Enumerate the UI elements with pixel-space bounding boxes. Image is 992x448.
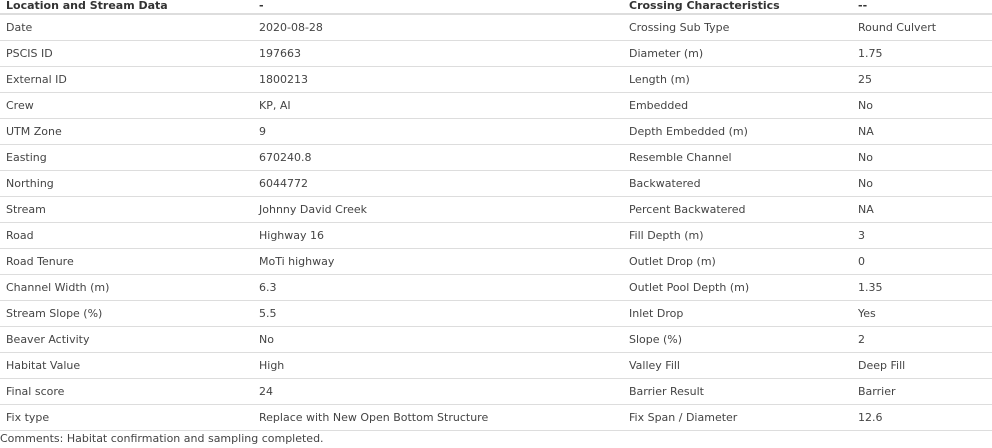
crossing-field-label: Fill Depth (m) xyxy=(623,222,852,249)
location-field-value: 6044772 xyxy=(253,170,623,197)
table-row: Road Highway 16 Fill Depth (m) 3 xyxy=(0,222,992,249)
location-field-label: Beaver Activity xyxy=(0,326,253,353)
crossing-field-label: Barrier Result xyxy=(623,378,852,405)
site-data-table: Location and Stream Data - Crossing Char… xyxy=(0,0,992,431)
site-data-page: Location and Stream Data - Crossing Char… xyxy=(0,0,992,448)
table-row: Date 2020-08-28 Crossing Sub Type Round Cul… xyxy=(0,14,992,41)
location-field-value: Replace with New Open Bottom Structure xyxy=(253,404,623,431)
location-field-value: 5.5 xyxy=(253,300,623,327)
crossing-field-label: Resemble Channel xyxy=(623,144,852,171)
crossing-field-label: Outlet Drop (m) xyxy=(623,248,852,275)
table-row: Beaver Activity No Slope (%) 2 xyxy=(0,326,992,353)
location-field-label: Channel Width (m) xyxy=(0,274,253,301)
location-field-value: No xyxy=(253,326,623,353)
table-row: Stream Slope (%) 5.5 Inlet Drop Yes xyxy=(0,300,992,327)
location-field-label: Fix type xyxy=(0,404,253,431)
crossing-field-label: Depth Embedded (m) xyxy=(623,118,852,145)
location-field-value: 1800213 xyxy=(253,66,623,93)
location-field-label: UTM Zone xyxy=(0,118,253,145)
location-field-value: 9 xyxy=(253,118,623,145)
crossing-field-value: Round Culvert xyxy=(852,14,992,41)
crossing-field-value: 3 xyxy=(852,222,992,249)
crossing-field-value: 25 xyxy=(852,66,992,93)
crossing-field-value: 12.6 xyxy=(852,404,992,431)
location-field-value: 2020-08-28 xyxy=(253,14,623,41)
location-field-label: Easting xyxy=(0,144,253,171)
location-field-value: MoTi highway xyxy=(253,248,623,275)
table-row: Final score 24 Barrier Result Barrier xyxy=(0,378,992,405)
table-row: Northing 6044772 Backwatered No xyxy=(0,170,992,197)
table-row: Channel Width (m) 6.3 Outlet Pool Depth (m… xyxy=(0,274,992,301)
header-crossing-values: -- xyxy=(852,0,992,15)
location-field-value: 670240.8 xyxy=(253,144,623,171)
crossing-field-label: Crossing Sub Type xyxy=(623,14,852,41)
location-field-label: Road Tenure xyxy=(0,248,253,275)
crossing-field-label: Slope (%) xyxy=(623,326,852,353)
header-crossing-characteristics: Crossing Characteristics xyxy=(623,0,852,15)
crossing-field-value: 1.35 xyxy=(852,274,992,301)
table-row: PSCIS ID 197663 Diameter (m) 1.75 xyxy=(0,40,992,67)
table-header-row: Location and Stream Data - Crossing Char… xyxy=(0,0,992,15)
crossing-field-label: Fix Span / Diameter xyxy=(623,404,852,431)
crossing-field-label: Diameter (m) xyxy=(623,40,852,67)
crossing-field-label: Outlet Pool Depth (m) xyxy=(623,274,852,301)
location-field-label: Final score xyxy=(0,378,253,405)
table-row: External ID 1800213 Length (m) 25 xyxy=(0,66,992,93)
location-field-label: Stream Slope (%) xyxy=(0,300,253,327)
table-body: Date 2020-08-28 Crossing Sub Type Round Cul… xyxy=(0,14,992,431)
crossing-field-value: No xyxy=(852,144,992,171)
crossing-field-label: Percent Backwatered xyxy=(623,196,852,223)
location-field-value: 24 xyxy=(253,378,623,405)
location-field-label: Habitat Value xyxy=(0,352,253,379)
comments-text: Comments: Habitat confirmation and sampl… xyxy=(0,432,324,445)
header-location-values: - xyxy=(253,0,623,15)
crossing-field-label: Valley Fill xyxy=(623,352,852,379)
crossing-field-value: 1.75 xyxy=(852,40,992,67)
location-field-value: KP, AI xyxy=(253,92,623,119)
location-field-value: Johnny David Creek xyxy=(253,196,623,223)
location-field-label: Crew xyxy=(0,92,253,119)
crossing-field-label: Length (m) xyxy=(623,66,852,93)
table-row: Stream Johnny David Creek Percent Backwate… xyxy=(0,196,992,223)
location-field-label: Northing xyxy=(0,170,253,197)
crossing-field-value: Deep Fill xyxy=(852,352,992,379)
location-field-label: Date xyxy=(0,14,253,41)
crossing-field-value: NA xyxy=(852,118,992,145)
table-row: Easting 670240.8 Resemble Channel No xyxy=(0,144,992,171)
crossing-field-label: Inlet Drop xyxy=(623,300,852,327)
crossing-field-value: 2 xyxy=(852,326,992,353)
location-field-label: Road xyxy=(0,222,253,249)
crossing-field-value: No xyxy=(852,92,992,119)
location-field-value: 6.3 xyxy=(253,274,623,301)
table-row: Fix type Replace with New Open Bottom Str… xyxy=(0,404,992,431)
table-row: Habitat Value High Valley Fill Deep Fill xyxy=(0,352,992,379)
location-field-value: Highway 16 xyxy=(253,222,623,249)
location-field-value: High xyxy=(253,352,623,379)
crossing-field-value: No xyxy=(852,170,992,197)
crossing-field-value: NA xyxy=(852,196,992,223)
crossing-field-value: 0 xyxy=(852,248,992,275)
table-row: Crew KP, AI Embedded No xyxy=(0,92,992,119)
crossing-field-label: Backwatered xyxy=(623,170,852,197)
crossing-field-label: Embedded xyxy=(623,92,852,119)
table-row: Road Tenure MoTi highway Outlet Drop (m) 0 xyxy=(0,248,992,275)
location-field-value: 197663 xyxy=(253,40,623,67)
crossing-field-value: Barrier xyxy=(852,378,992,405)
header-location-stream-data: Location and Stream Data xyxy=(0,0,253,15)
location-field-label: PSCIS ID xyxy=(0,40,253,67)
table-row: UTM Zone 9 Depth Embedded (m) NA xyxy=(0,118,992,145)
crossing-field-value: Yes xyxy=(852,300,992,327)
location-field-label: Stream xyxy=(0,196,253,223)
location-field-label: External ID xyxy=(0,66,253,93)
